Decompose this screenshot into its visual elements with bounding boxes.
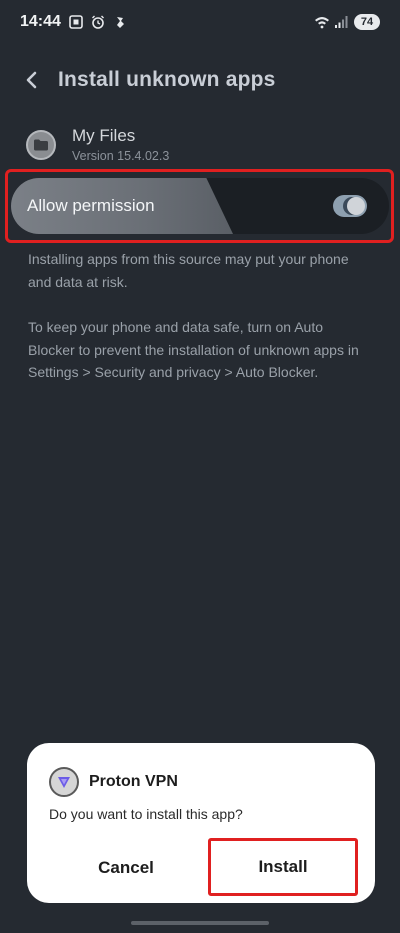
navigation-handle[interactable] <box>131 921 269 925</box>
install-dialog: Proton VPN Do you want to install this a… <box>27 743 375 903</box>
alarm-icon <box>91 15 105 29</box>
status-right: 74 <box>314 14 380 30</box>
status-time: 14:44 <box>20 13 61 30</box>
status-bar: 14:44 74 <box>0 0 400 44</box>
page-header: Install unknown apps <box>24 62 276 98</box>
folder-icon <box>26 129 56 160</box>
page-title: Install unknown apps <box>58 68 276 91</box>
battery-indicator: 74 <box>354 14 380 30</box>
status-left: 14:44 <box>20 13 127 31</box>
dialog-app-name: Proton VPN <box>89 773 178 790</box>
notification-icon <box>113 15 127 29</box>
source-app-info: My Files Version 15.4.02.3 <box>26 126 169 163</box>
dialog-question: Do you want to install this app? <box>49 806 243 822</box>
proton-vpn-icon <box>49 767 79 797</box>
screenshot-icon <box>69 15 83 29</box>
chevron-left-icon[interactable] <box>24 70 40 90</box>
dialog-header: Proton VPN <box>49 767 178 797</box>
install-button[interactable]: Install <box>208 838 358 896</box>
wifi-icon <box>314 15 329 29</box>
source-app-text: My Files Version 15.4.02.3 <box>72 126 169 163</box>
risk-warning-text: Installing apps from this source may put… <box>28 251 349 290</box>
source-app-version: Version 15.4.02.3 <box>72 149 170 163</box>
signal-icon <box>334 15 348 29</box>
permission-highlight-box <box>5 169 394 243</box>
source-app-name: My Files <box>72 126 136 145</box>
cancel-button[interactable]: Cancel <box>49 841 203 895</box>
auto-blocker-hint-text: To keep your phone and data safe, turn o… <box>28 319 359 380</box>
